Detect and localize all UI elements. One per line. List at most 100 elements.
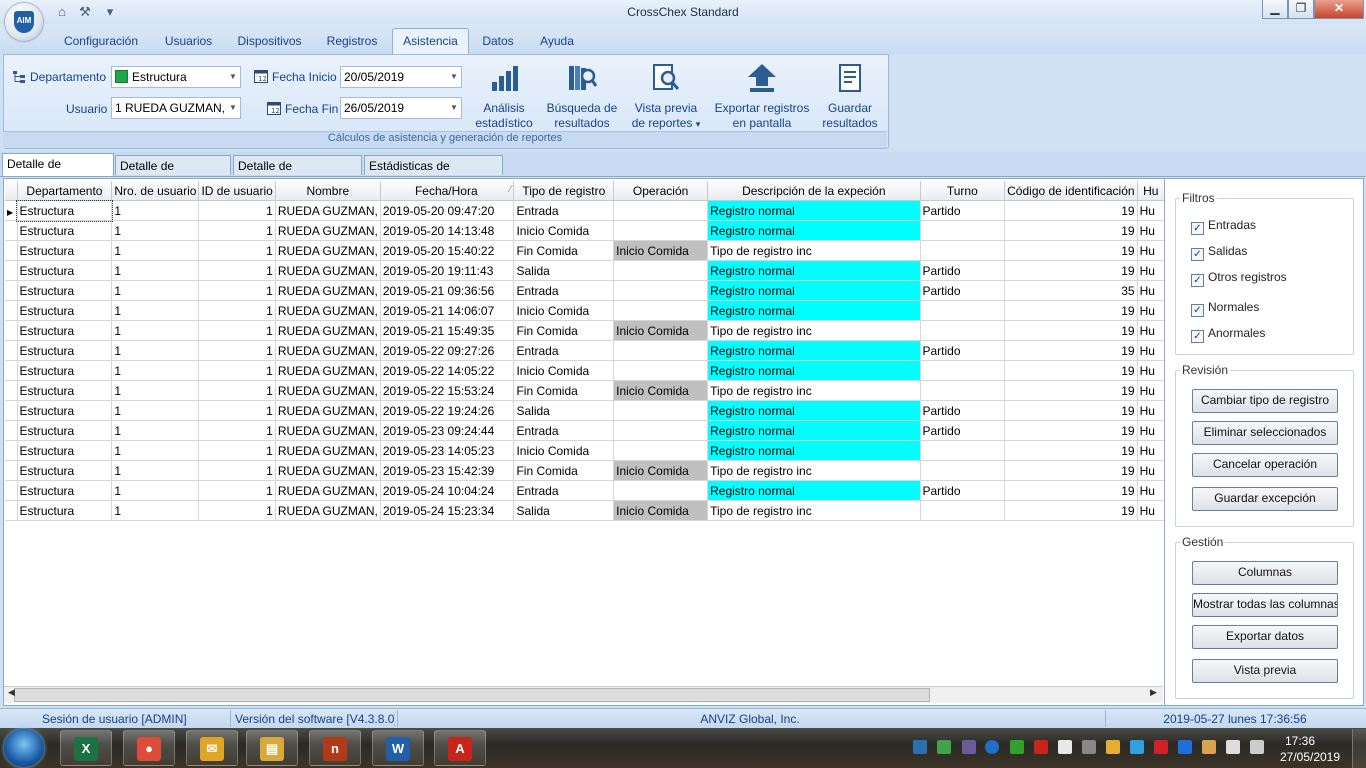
cell-departamento[interactable]: Estructura (17, 300, 113, 321)
cell-departamento[interactable]: Estructura (17, 460, 113, 481)
tab-usuarios[interactable]: Usuarios (160, 30, 217, 52)
cell-nro-usuario[interactable]: 1 (111, 440, 200, 461)
filter-checkbox[interactable]: ✓ Anormales (1191, 326, 1265, 343)
taskbar-excel-button[interactable]: X (60, 730, 112, 766)
cell-turno[interactable] (920, 460, 1006, 481)
cell-fecha-hora[interactable]: 2019-05-21 14:06:07 (380, 300, 515, 321)
cell-nombre[interactable]: RUEDA GUZMAN, (275, 360, 381, 381)
table-row[interactable]: Estructura 1 1 RUEDA GUZMAN, 2019-05-23 15:4… (5, 460, 1165, 481)
cell-codigo[interactable]: 19 (1004, 500, 1138, 521)
busqueda-resultados-button[interactable]: Búsqueda de resultados (544, 62, 620, 131)
cell-id-usuario[interactable]: 1 (198, 340, 276, 361)
column-header-selector[interactable] (5, 181, 18, 201)
cell-turno[interactable] (920, 360, 1006, 381)
cell-nombre[interactable]: RUEDA GUZMAN, (275, 260, 381, 281)
cell-turno[interactable] (920, 440, 1006, 461)
filter-checkbox[interactable]: ✓ Otros registros (1191, 270, 1287, 287)
cell-nro-usuario[interactable]: 1 (111, 260, 200, 281)
cell-operacion[interactable] (613, 420, 709, 441)
row-selector[interactable] (5, 420, 18, 441)
column-header-nro-usuario[interactable]: Nro. de usuario (111, 181, 200, 201)
cell-hu[interactable]: Hu (1137, 260, 1165, 281)
cell-turno[interactable] (920, 220, 1006, 241)
home-icon[interactable]: ⌂ (53, 3, 71, 20)
cell-codigo[interactable]: 35 (1004, 280, 1138, 301)
cambiar-tipo-registro-button[interactable]: Cambiar tipo de registro (1192, 389, 1338, 413)
cell-descripcion[interactable]: Tipo de registro inc (707, 500, 921, 521)
cell-operacion[interactable] (613, 280, 709, 301)
cell-operacion[interactable] (613, 340, 709, 361)
cell-turno[interactable]: Partido (920, 260, 1006, 281)
cell-id-usuario[interactable]: 1 (198, 440, 276, 461)
cell-id-usuario[interactable]: 1 (198, 200, 276, 221)
cell-nombre[interactable]: RUEDA GUZMAN, (275, 400, 381, 421)
cell-id-usuario[interactable]: 1 (198, 300, 276, 321)
cell-tipo-registro[interactable]: Inicio Comida (513, 220, 615, 241)
cell-descripcion[interactable]: Registro normal (707, 400, 921, 421)
row-selector[interactable] (5, 480, 18, 501)
row-selector[interactable]: ▶ (5, 200, 18, 221)
cell-hu[interactable]: Hu (1137, 420, 1165, 441)
tray-volume-icon[interactable] (1250, 740, 1264, 754)
cell-operacion[interactable] (613, 400, 709, 421)
cell-nombre[interactable]: RUEDA GUZMAN, (275, 420, 381, 441)
cell-descripcion[interactable]: Tipo de registro inc (707, 320, 921, 341)
analisis-estadistico-button[interactable]: Análisis estadístico (470, 62, 538, 131)
tray-monitor-icon[interactable] (1226, 740, 1240, 754)
cell-operacion[interactable] (613, 440, 709, 461)
cell-nro-usuario[interactable]: 1 (111, 460, 200, 481)
cell-tipo-registro[interactable]: Fin Comida (513, 320, 615, 341)
cell-hu[interactable]: Hu (1137, 200, 1165, 221)
table-row[interactable]: Estructura 1 1 RUEDA GUZMAN, 2019-05-22 09:2… (5, 340, 1165, 361)
cell-departamento[interactable]: Estructura (17, 340, 113, 361)
cell-nombre[interactable]: RUEDA GUZMAN, (275, 300, 381, 321)
cell-descripcion[interactable]: Registro normal (707, 280, 921, 301)
exportar-datos-button[interactable]: Exportar datos (1192, 625, 1338, 649)
cell-nombre[interactable]: RUEDA GUZMAN, (275, 220, 381, 241)
cell-turno[interactable]: Partido (920, 200, 1006, 221)
cell-id-usuario[interactable]: 1 (198, 460, 276, 481)
cell-departamento[interactable]: Estructura (17, 220, 113, 241)
cell-operacion[interactable]: Inicio Comida (613, 380, 709, 401)
row-selector[interactable] (5, 340, 18, 361)
cell-codigo[interactable]: 19 (1004, 320, 1138, 341)
tray-update-icon[interactable] (937, 740, 951, 754)
cell-tipo-registro[interactable]: Fin Comida (513, 460, 615, 481)
cell-id-usuario[interactable]: 1 (198, 320, 276, 341)
cell-tipo-registro[interactable]: Fin Comida (513, 240, 615, 261)
cell-departamento[interactable]: Estructura (16, 199, 113, 222)
cell-descripcion[interactable]: Registro normal (707, 340, 921, 361)
columnas-button[interactable]: Columnas (1192, 561, 1338, 585)
cell-nombre[interactable]: RUEDA GUZMAN, (275, 500, 381, 521)
cancelar-operacion-button[interactable]: Cancelar operación (1192, 453, 1338, 477)
vista-previa-reportes-button[interactable]: Vista previa de reportes ▾ (628, 62, 704, 132)
cell-fecha-hora[interactable]: 2019-05-24 10:04:24 (380, 480, 515, 501)
scroll-right-icon[interactable]: ▶ (1150, 687, 1157, 698)
subtab-estadisticas-asistencia[interactable]: Estádisticas de asistencia (364, 155, 503, 193)
row-selector[interactable] (5, 320, 18, 341)
tray-hp-icon[interactable] (1202, 740, 1216, 754)
cell-descripcion[interactable]: Registro normal (707, 200, 921, 221)
tray-sync-icon[interactable] (1082, 740, 1096, 754)
row-selector[interactable] (5, 360, 18, 381)
eliminar-seleccionados-button[interactable]: Eliminar seleccionados (1192, 421, 1338, 445)
tray-cloud-icon[interactable] (1130, 740, 1144, 754)
cell-turno[interactable] (920, 300, 1006, 321)
cell-operacion[interactable] (613, 220, 709, 241)
cell-descripcion[interactable]: Registro normal (707, 220, 921, 241)
cell-departamento[interactable]: Estructura (17, 360, 113, 381)
column-header-tipo-registro[interactable]: Tipo de registro (513, 181, 615, 201)
table-row[interactable]: Estructura 1 1 RUEDA GUZMAN, 2019-05-23 14:0… (5, 440, 1165, 461)
checkbox-icon[interactable]: ✓ (1191, 248, 1204, 261)
cell-operacion[interactable] (613, 200, 709, 221)
column-header-operacion[interactable]: Operación (613, 181, 709, 201)
cell-turno[interactable]: Partido (920, 400, 1006, 421)
scrollbar-thumb[interactable] (14, 688, 930, 702)
cell-descripcion[interactable]: Registro normal (707, 260, 921, 281)
checkbox-icon[interactable]: ✓ (1191, 274, 1204, 287)
cell-tipo-registro[interactable]: Salida (513, 500, 615, 521)
cell-codigo[interactable]: 19 (1004, 260, 1138, 281)
row-selector[interactable] (5, 380, 18, 401)
table-row[interactable]: Estructura 1 1 RUEDA GUZMAN, 2019-05-20 15:4… (5, 240, 1165, 261)
cell-nro-usuario[interactable]: 1 (111, 500, 200, 521)
